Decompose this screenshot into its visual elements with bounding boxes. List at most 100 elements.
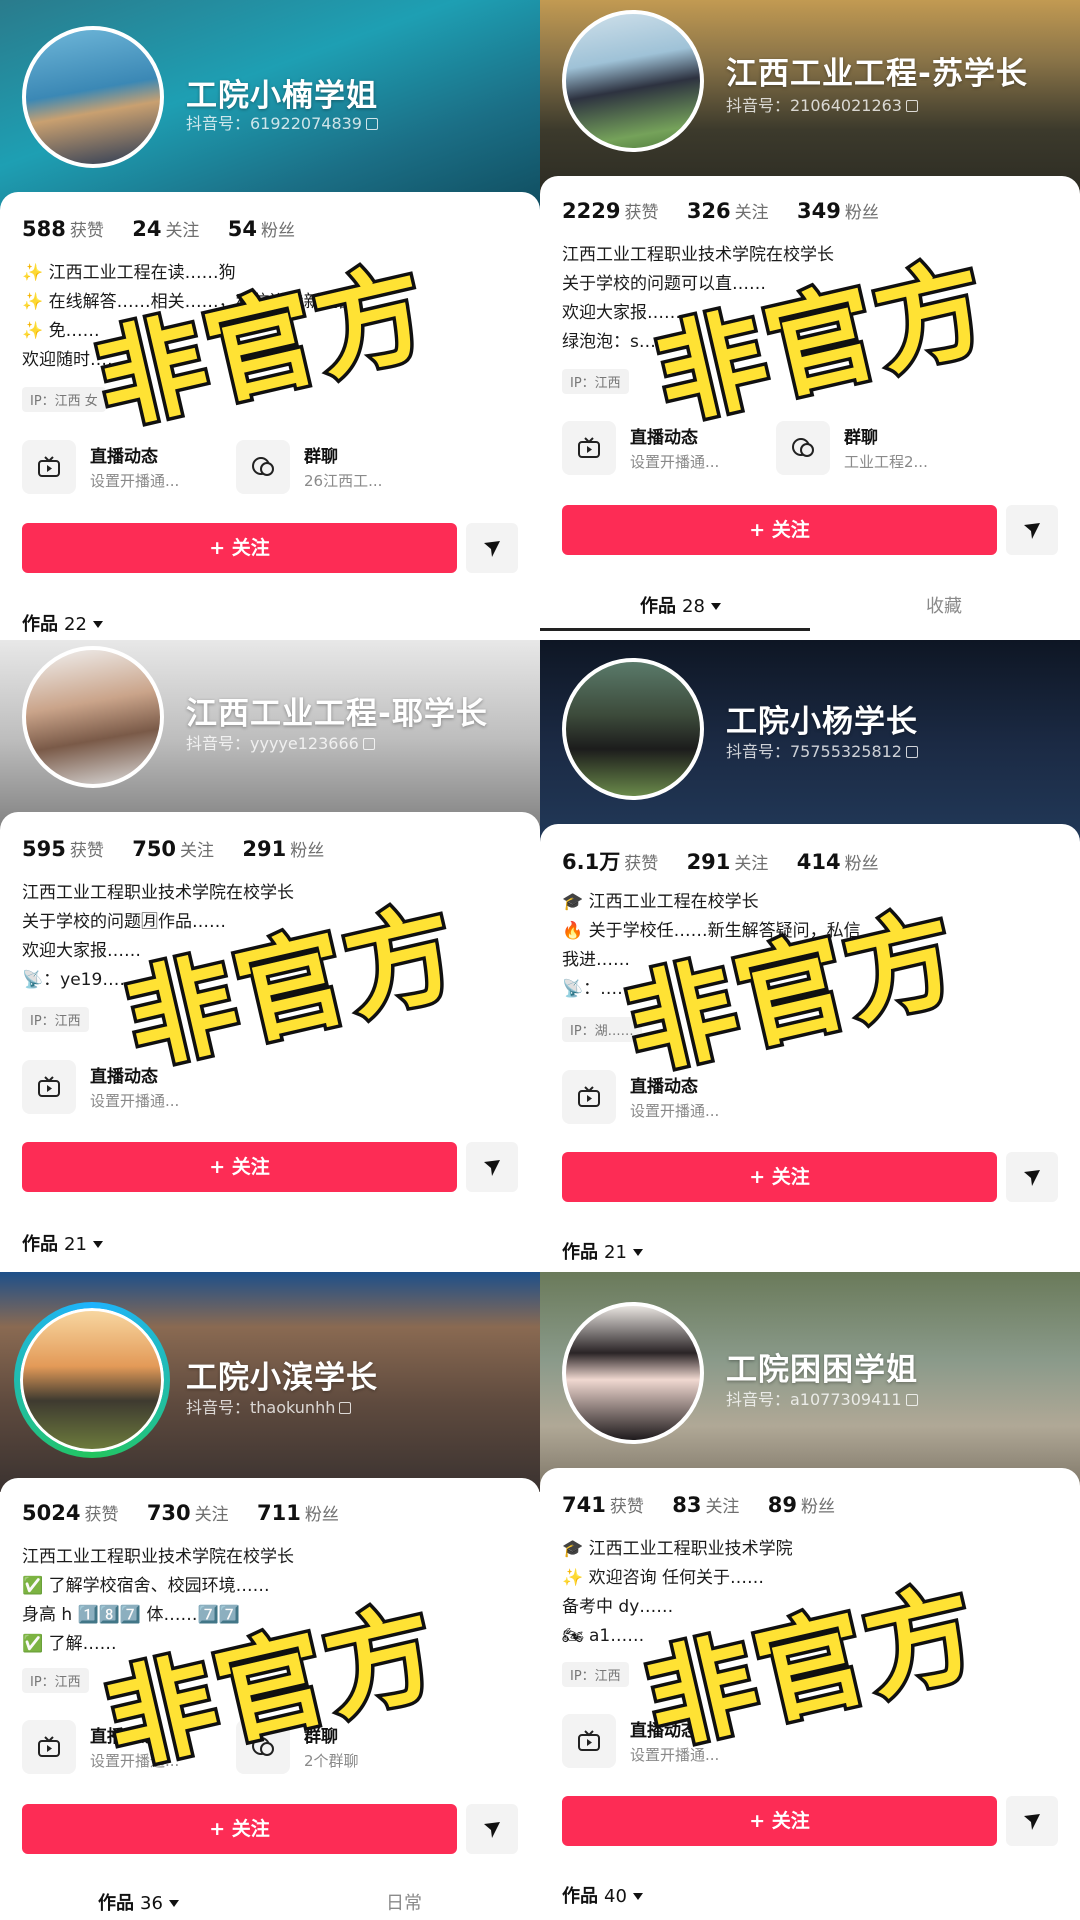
share-icon — [484, 541, 500, 557]
douyin-id[interactable]: 抖音号：21064021263 — [726, 92, 918, 116]
douyin-id-text: 抖音号：61922074839 — [186, 114, 362, 133]
douyin-id[interactable]: 抖音号：a1077309411 — [726, 1386, 918, 1410]
works-count: 22 — [64, 614, 87, 635]
profile-card-5: 工院小滨学长 抖音号：thaokunhh 5024 获赞 730 关注 711 粉丝 … — [0, 1272, 540, 1920]
likes-label: 获赞 — [84, 1505, 119, 1525]
avatar[interactable] — [562, 1302, 704, 1444]
fans-count[interactable]: 414 — [797, 850, 841, 874]
profile-name: 工院小杨学长 — [726, 704, 918, 740]
copy-icon[interactable] — [339, 1402, 352, 1414]
follow-button[interactable]: + 关注 — [562, 1796, 997, 1846]
works-label: 作品 — [562, 1242, 598, 1263]
screenshot-collage: 工院小楠学姐 抖音号：61922074839 588 获赞 24 关注 54 粉丝 ✨… — [0, 0, 1080, 1920]
caret-down-icon — [92, 621, 103, 628]
follow-button[interactable]: + 关注 — [22, 1142, 457, 1192]
active-tab-indicator — [540, 628, 810, 631]
avatar[interactable] — [562, 658, 704, 800]
copy-icon[interactable] — [905, 1394, 918, 1406]
works-tab[interactable]: 作品 28 — [640, 592, 721, 618]
follow-button[interactable]: + 关注 — [562, 1152, 997, 1202]
group-chat-feature[interactable]: 群聊 工业工程2... — [776, 421, 976, 477]
following-count[interactable]: 326 — [687, 199, 731, 223]
avatar[interactable] — [22, 26, 164, 168]
share-icon — [1024, 523, 1040, 539]
ip-badge: IP：江西 — [22, 1007, 89, 1032]
likes-label: 获赞 — [624, 854, 659, 874]
avatar[interactable] — [22, 646, 164, 788]
fans-count[interactable]: 711 — [257, 1501, 301, 1525]
following-count[interactable]: 24 — [132, 217, 161, 241]
fans-count[interactable]: 291 — [242, 837, 286, 861]
likes-count: 741 — [562, 1493, 606, 1517]
follow-button[interactable]: + 关注 — [562, 505, 997, 555]
works-label: 作品 — [98, 1893, 134, 1914]
more-button[interactable] — [1006, 1796, 1058, 1846]
stats-row: 5024 获赞 730 关注 711 粉丝 — [22, 1500, 361, 1525]
likes-label: 获赞 — [624, 203, 659, 223]
douyin-id-text: 抖音号：21064021263 — [726, 96, 902, 115]
more-button[interactable] — [1006, 505, 1058, 555]
douyin-id[interactable]: 抖音号：75755325812 — [726, 738, 918, 762]
copy-icon[interactable] — [905, 746, 918, 758]
avatar-story-ring[interactable] — [14, 1302, 170, 1458]
copy-icon[interactable] — [905, 100, 918, 112]
stats-row: 741 获赞 83 关注 89 粉丝 — [562, 1492, 857, 1517]
share-icon — [1024, 1170, 1040, 1186]
following-label: 关注 — [194, 1505, 229, 1525]
tv-icon — [22, 1720, 76, 1774]
works-tab[interactable]: 作品 21 — [22, 1230, 103, 1256]
douyin-id[interactable]: 抖音号：thaokunhh — [186, 1394, 352, 1418]
following-label: 关注 — [734, 203, 769, 223]
caret-down-icon — [168, 1900, 179, 1907]
profile-name: 江西工业工程-耶学长 — [186, 696, 488, 732]
share-icon — [484, 1822, 500, 1838]
caret-down-icon — [632, 1893, 643, 1900]
following-count[interactable]: 83 — [672, 1493, 701, 1517]
more-button[interactable] — [466, 523, 518, 573]
douyin-id[interactable]: 抖音号：yyyye123666 — [186, 730, 375, 754]
copy-icon[interactable] — [365, 118, 378, 130]
more-button[interactable] — [1006, 1152, 1058, 1202]
douyin-id[interactable]: 抖音号：61922074839 — [186, 110, 378, 134]
fans-count[interactable]: 89 — [768, 1493, 797, 1517]
tv-icon — [562, 1070, 616, 1124]
fans-label: 粉丝 — [304, 1505, 339, 1525]
works-label: 作品 — [22, 1234, 58, 1255]
fans-count[interactable]: 349 — [797, 199, 841, 223]
group-title: 群聊 — [844, 428, 878, 448]
following-count[interactable]: 750 — [132, 837, 176, 861]
works-tab[interactable]: 作品 36 — [98, 1889, 179, 1915]
ip-badge: IP：江西 — [22, 1668, 89, 1693]
more-button[interactable] — [466, 1804, 518, 1854]
stats-row: 595 获赞 750 关注 291 粉丝 — [22, 836, 346, 861]
following-count[interactable]: 730 — [147, 1501, 191, 1525]
works-label: 作品 — [562, 1886, 598, 1907]
likes-count: 595 — [22, 837, 66, 861]
group-title: 群聊 — [304, 447, 338, 467]
tab-collect[interactable]: 收藏 — [926, 592, 962, 618]
profile-name: 江西工业工程-苏学长 — [726, 56, 1028, 92]
stats-row: 2229 获赞 326 关注 349 粉丝 — [562, 198, 901, 223]
more-button[interactable] — [466, 1142, 518, 1192]
works-tab[interactable]: 作品 22 — [22, 610, 103, 636]
following-label: 关注 — [734, 854, 769, 874]
stats-row: 6.1万 获赞 291 关注 414 粉丝 — [562, 846, 901, 876]
group-subtitle: 工业工程2... — [844, 453, 928, 471]
group-chat-feature[interactable]: 群聊 26江西工... — [236, 440, 436, 496]
follow-button[interactable]: + 关注 — [22, 1804, 457, 1854]
tab-daily[interactable]: 日常 — [386, 1889, 422, 1915]
group-subtitle: 26江西工... — [304, 472, 383, 490]
fans-count[interactable]: 54 — [228, 217, 257, 241]
works-count: 28 — [682, 596, 705, 617]
following-count[interactable]: 291 — [687, 850, 731, 874]
works-tab[interactable]: 作品 40 — [562, 1882, 643, 1908]
profile-name: 工院小滨学长 — [186, 1360, 378, 1396]
tv-icon — [562, 421, 616, 475]
copy-icon[interactable] — [362, 738, 375, 750]
caret-down-icon — [710, 603, 721, 610]
bio-line: ✅ 了解学校宿舍、校园环境…… — [22, 1576, 270, 1596]
follow-button[interactable]: + 关注 — [22, 523, 457, 573]
avatar[interactable] — [562, 10, 704, 152]
works-tab[interactable]: 作品 21 — [562, 1238, 643, 1264]
stats-row: 588 获赞 24 关注 54 粉丝 — [22, 216, 317, 241]
